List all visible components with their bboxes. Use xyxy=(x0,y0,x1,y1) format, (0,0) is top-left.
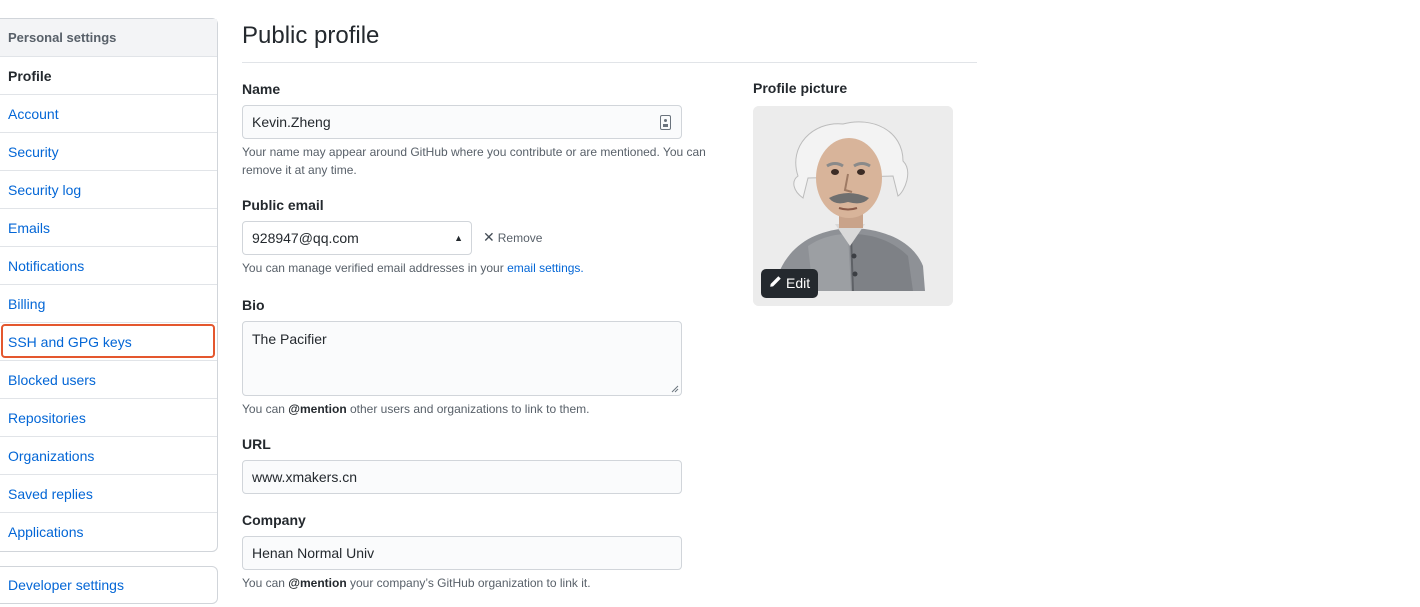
company-note-mention: @mention xyxy=(288,576,347,590)
remove-email-label: Remove xyxy=(497,231,543,245)
pencil-icon xyxy=(769,269,782,298)
bio-note-prefix: You can xyxy=(242,402,285,416)
bio-label: Bio xyxy=(242,297,265,313)
sidebar-item-security-log[interactable]: Security log xyxy=(0,171,217,209)
settings-sidebar: Personal settings Profile Account Securi… xyxy=(0,18,218,552)
company-input[interactable]: Henan Normal Univ xyxy=(242,536,682,570)
public-email-select[interactable]: 928947@qq.com ▲ xyxy=(242,221,472,255)
profile-picture: Edit xyxy=(753,106,953,306)
close-icon: ✕ xyxy=(483,229,495,245)
sidebar-item-profile[interactable]: Profile xyxy=(0,57,217,95)
page-title: Public profile xyxy=(242,22,380,49)
sidebar-header: Personal settings xyxy=(0,19,217,57)
name-input[interactable]: Kevin.Zheng xyxy=(242,105,682,139)
company-value: Henan Normal Univ xyxy=(252,545,375,561)
resize-grip-icon[interactable] xyxy=(671,385,679,393)
company-note: You can @mention your company’s GitHub o… xyxy=(242,574,591,592)
sidebar-item-emails[interactable]: Emails xyxy=(0,209,217,247)
email-note-text: You can manage verified email addresses … xyxy=(242,261,504,275)
sidebar-item-repositories[interactable]: Repositories xyxy=(0,399,217,437)
remove-email-button[interactable]: ✕ Remove xyxy=(483,229,542,246)
sidebar-item-developer-settings[interactable]: Developer settings xyxy=(0,567,217,603)
bio-note-mention: @mention xyxy=(288,402,347,416)
url-value: www.xmakers.cn xyxy=(252,469,358,485)
contact-card-icon[interactable] xyxy=(660,115,671,130)
edit-picture-button[interactable]: Edit xyxy=(761,269,819,298)
name-value: Kevin.Zheng xyxy=(252,114,331,130)
bio-value: The Pacifier xyxy=(252,331,327,347)
bio-note-suffix: other users and organizations to link to… xyxy=(350,402,590,416)
sidebar-item-applications[interactable]: Applications xyxy=(0,513,217,551)
company-note-suffix: your company’s GitHub organization to li… xyxy=(350,576,591,590)
sidebar-item-notifications[interactable]: Notifications xyxy=(0,247,217,285)
email-settings-link[interactable]: email settings. xyxy=(507,261,584,275)
public-email-value: 928947@qq.com xyxy=(252,230,359,246)
sidebar-item-blocked-users[interactable]: Blocked users xyxy=(0,361,217,399)
edit-picture-label: Edit xyxy=(786,275,811,291)
sidebar-item-saved-replies[interactable]: Saved replies xyxy=(0,475,217,513)
sidebar-item-organizations[interactable]: Organizations xyxy=(0,437,217,475)
email-note: You can manage verified email addresses … xyxy=(242,259,584,277)
url-input[interactable]: www.xmakers.cn xyxy=(242,460,682,494)
sidebar-item-security[interactable]: Security xyxy=(0,133,217,171)
bio-note: You can @mention other users and organiz… xyxy=(242,400,589,418)
name-note-line1: Your name may appear around GitHub where… xyxy=(242,145,706,159)
bio-textarea[interactable]: The Pacifier xyxy=(242,321,682,396)
select-caret-icon: ▲ xyxy=(454,233,463,243)
title-divider xyxy=(242,62,977,63)
name-label: Name xyxy=(242,81,281,97)
name-note-line2: remove it at any time. xyxy=(242,163,357,177)
profile-picture-label: Profile picture xyxy=(753,80,848,96)
company-label: Company xyxy=(242,512,306,528)
url-label: URL xyxy=(242,436,271,452)
developer-sidebar: Developer settings xyxy=(0,566,218,604)
sidebar-item-account[interactable]: Account xyxy=(0,95,217,133)
sidebar-item-billing[interactable]: Billing xyxy=(0,285,217,323)
public-email-label: Public email xyxy=(242,197,324,213)
name-note: Your name may appear around GitHub where… xyxy=(242,143,706,179)
sidebar-item-ssh-gpg-keys[interactable]: SSH and GPG keys xyxy=(0,323,217,361)
company-note-prefix: You can xyxy=(242,576,285,590)
